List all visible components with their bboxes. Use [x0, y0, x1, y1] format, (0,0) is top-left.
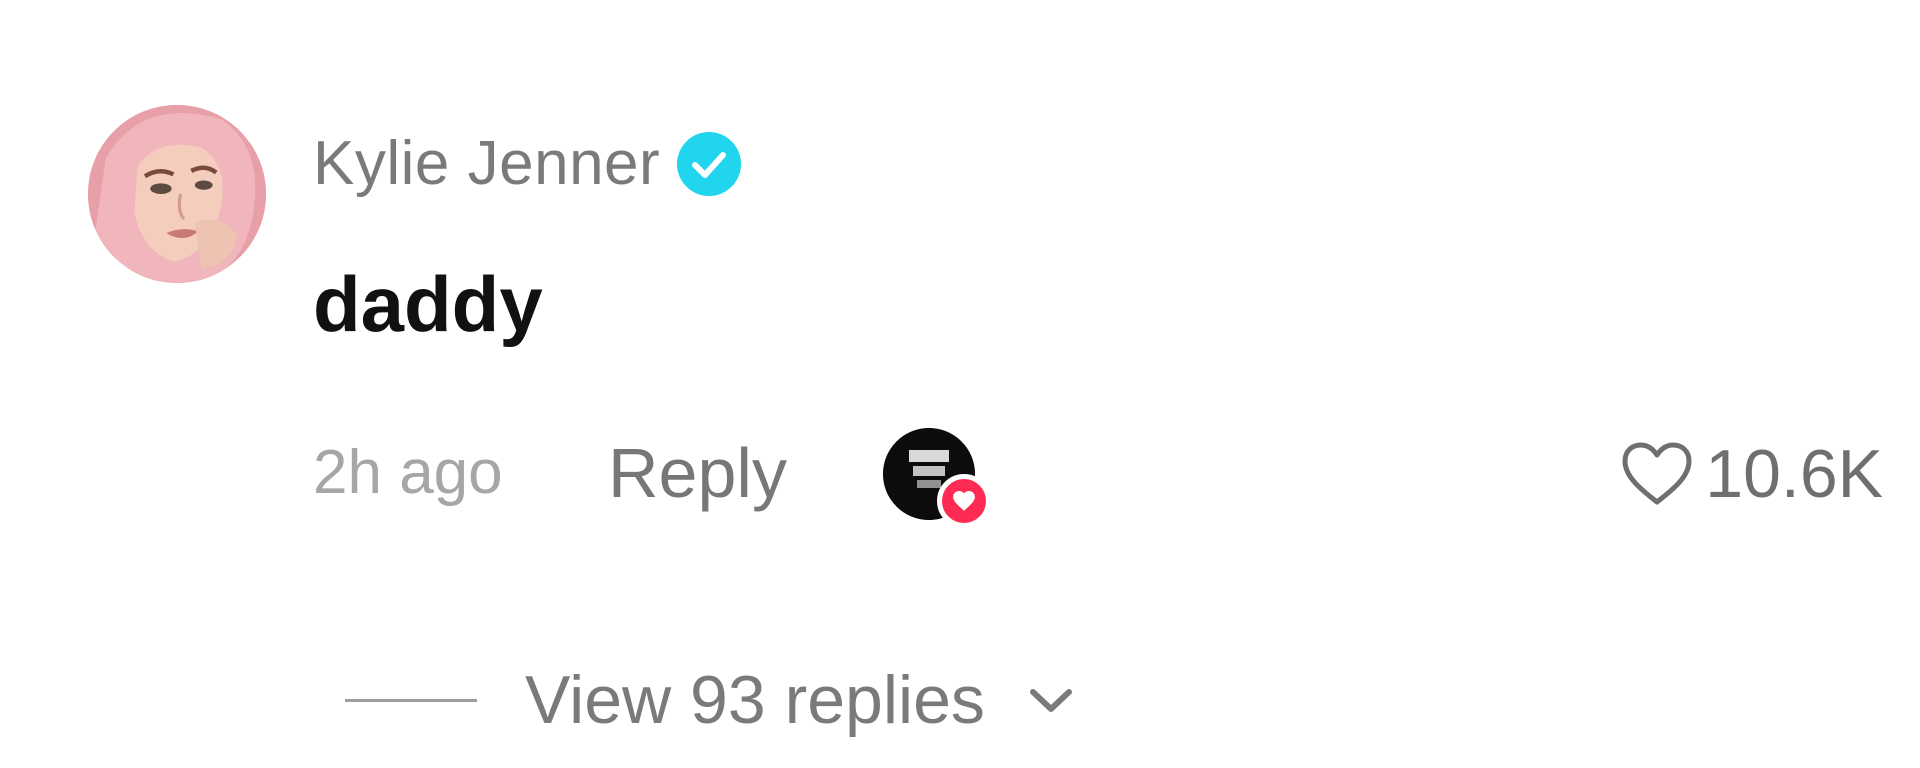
- comment-item: Kylie Jenner daddy 2h ago Reply 10.6K Vi…: [0, 0, 1920, 768]
- view-replies-label: View 93 replies: [525, 662, 985, 738]
- creator-liked-indicator: [883, 428, 993, 533]
- like-count: 10.6K: [1705, 436, 1883, 512]
- username-row: Kylie Jenner: [313, 126, 742, 202]
- view-replies-button[interactable]: View 93 replies: [345, 660, 1075, 740]
- like-button[interactable]: 10.6K: [1619, 440, 1883, 508]
- comment-text: daddy: [313, 260, 543, 348]
- comment-meta: 2h ago Reply 10.6K: [313, 428, 1883, 528]
- verified-check-icon: [677, 132, 742, 196]
- user-avatar[interactable]: [88, 105, 266, 283]
- timestamp: 2h ago: [313, 438, 503, 507]
- heart-filled-icon: [953, 491, 975, 511]
- reply-button[interactable]: Reply: [608, 438, 787, 508]
- chevron-down-icon: [1029, 689, 1072, 712]
- avatar-portrait-icon: [88, 105, 266, 283]
- replies-divider: [345, 698, 477, 702]
- heart-outline-icon: [1622, 442, 1692, 505]
- username[interactable]: Kylie Jenner: [313, 133, 660, 195]
- creator-heart-badge: [937, 474, 991, 528]
